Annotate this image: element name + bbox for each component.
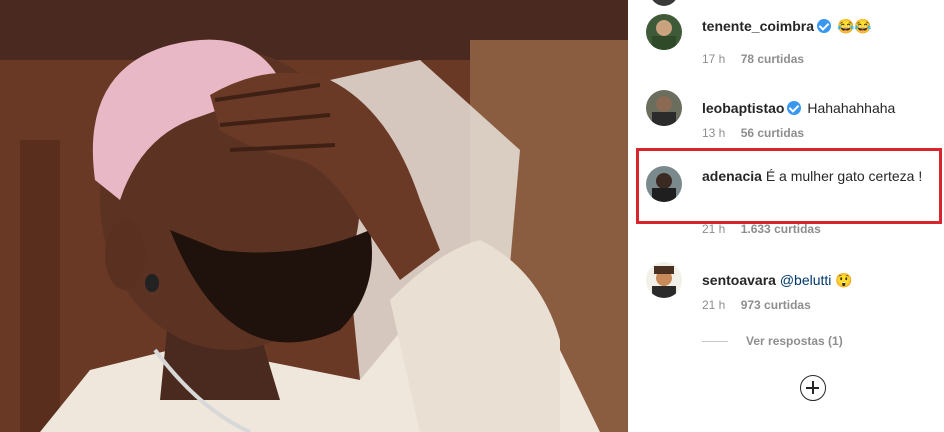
comment-username[interactable]: tenente_coimbra	[702, 18, 814, 34]
comment-text: É a mulher gato certeza !	[765, 168, 923, 184]
replies-divider	[702, 341, 728, 343]
verified-badge-icon	[817, 19, 832, 33]
comment-likes[interactable]: 78 curtidas	[741, 52, 804, 66]
view-replies-button[interactable]: Ver respostas (1)	[702, 334, 843, 348]
comment-likes[interactable]: 973 curtidas	[741, 298, 811, 312]
comment-meta: 21 h 973 curtidas	[702, 298, 823, 312]
comment-likes[interactable]: 1.633 curtidas	[741, 222, 821, 236]
comment-username[interactable]: sentoavara	[702, 272, 776, 288]
comment-likes[interactable]: 56 curtidas	[741, 126, 804, 140]
comments-panel: tenente_coimbra 😂😂 17 h 78 curtidas leob…	[628, 0, 944, 432]
plus-circle-icon[interactable]	[800, 375, 826, 401]
post-photo-illustration	[0, 0, 628, 432]
comment-text: 😂😂	[836, 18, 872, 34]
comment-time[interactable]: 21 h	[702, 222, 725, 236]
comment-text: Hahahahhaha	[807, 100, 896, 116]
avatar[interactable]	[646, 262, 682, 298]
avatar[interactable]	[646, 166, 682, 202]
avatar[interactable]	[646, 14, 682, 50]
comment-meta: 21 h 1.633 curtidas	[702, 222, 833, 236]
verified-badge-icon	[787, 101, 802, 115]
avatar[interactable]	[646, 90, 682, 126]
comment-username[interactable]: adenacia	[702, 168, 762, 184]
view-replies-label: Ver respostas (1)	[746, 334, 843, 348]
comment-meta: 13 h 56 curtidas	[702, 126, 816, 140]
comment-text: 😲	[835, 272, 853, 288]
comment-meta: 17 h 78 curtidas	[702, 52, 816, 66]
comment-mention[interactable]: @belutti	[780, 272, 832, 288]
previous-avatar-stub	[650, 0, 678, 6]
post-photo	[0, 0, 628, 432]
comment-time[interactable]: 21 h	[702, 298, 725, 312]
comment-time[interactable]: 17 h	[702, 52, 725, 66]
comment-time[interactable]: 13 h	[702, 126, 725, 140]
comment-username[interactable]: leobaptistao	[702, 100, 784, 116]
